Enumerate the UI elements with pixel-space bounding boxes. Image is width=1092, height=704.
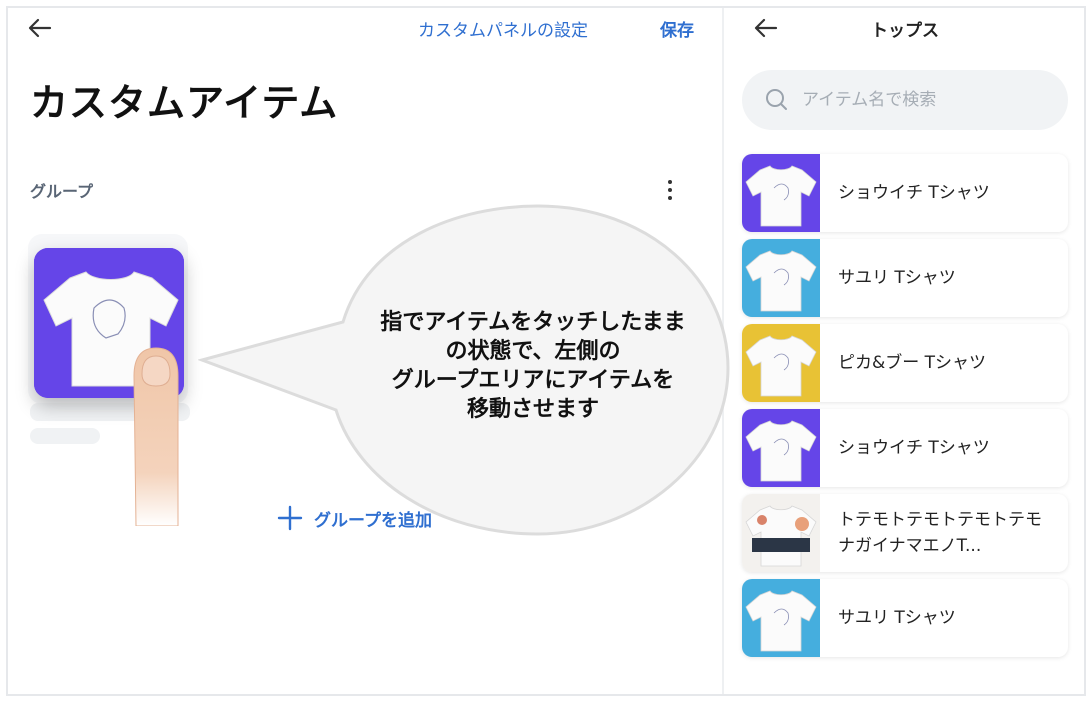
- back-arrow-icon[interactable]: [26, 14, 54, 42]
- item-name: ピカ&ブー Tシャツ: [838, 352, 987, 373]
- page-title: カスタムアイテム: [30, 81, 339, 125]
- add-group-button[interactable]: グループを追加: [276, 504, 432, 532]
- group-section-label: グループ: [30, 182, 94, 201]
- instruction-line: の状態で、左側の: [445, 339, 621, 365]
- item-name: トテモトテモトテモトテモナガイナマエノT...: [838, 509, 1042, 556]
- list-item[interactable]: サユリ Tシャツ: [742, 579, 1068, 657]
- item-name: サユリ Tシャツ: [838, 607, 956, 628]
- instruction-line: 指でアイテムをタッチしたまま: [380, 310, 686, 335]
- finger-icon: [126, 346, 186, 527]
- list-item[interactable]: サユリ Tシャツ: [742, 239, 1068, 317]
- tops-item-panel: トップス ショウイチ Tシャツサユリ Tシャツピカ&ブー Tシャツショウイチ T…: [724, 8, 1086, 694]
- more-options-icon[interactable]: [660, 176, 680, 204]
- item-list: ショウイチ Tシャツ サユリ Tシャツ ピカ&ブー Tシャツ ショウイチ Tシャツ トテ…: [742, 154, 1068, 664]
- panel-title: トップス: [871, 21, 939, 41]
- list-item[interactable]: ショウイチ Tシャツ: [742, 154, 1068, 232]
- item-thumbnail: [742, 239, 820, 317]
- item-thumbnail: [742, 409, 820, 487]
- custom-panel-settings-link[interactable]: カスタムパネルの設定: [418, 16, 588, 41]
- instruction-text: 指でアイテムをタッチしたまま の状態で、左側の グループエリアにアイテムを 移動…: [338, 308, 728, 424]
- item-name: ショウイチ Tシャツ: [838, 437, 990, 458]
- item-name: ショウイチ Tシャツ: [838, 182, 990, 203]
- search-icon: [766, 89, 787, 110]
- item-thumbnail: [742, 579, 820, 657]
- plus-icon: [277, 505, 303, 531]
- search-input[interactable]: [802, 90, 1062, 110]
- instruction-line: 移動させます: [466, 397, 599, 423]
- placeholder-line: [30, 428, 100, 444]
- item-thumbnail: [742, 324, 820, 402]
- item-thumbnail: [742, 154, 820, 232]
- screen-frame: カスタムパネルの設定 保存 カスタムアイテム グループ グループを追加 トップス…: [6, 6, 1086, 696]
- item-thumbnail: [742, 494, 820, 572]
- item-name: サユリ Tシャツ: [838, 267, 956, 288]
- list-item[interactable]: ショウイチ Tシャツ: [742, 409, 1068, 487]
- list-item[interactable]: ピカ&ブー Tシャツ: [742, 324, 1068, 402]
- list-item[interactable]: トテモトテモトテモトテモナガイナマエノT...: [742, 494, 1068, 572]
- instruction-line: グループエリアにアイテムを: [391, 368, 675, 394]
- search-bar[interactable]: [742, 70, 1068, 130]
- add-group-label: グループを追加: [314, 510, 432, 531]
- save-button[interactable]: 保存: [660, 16, 694, 41]
